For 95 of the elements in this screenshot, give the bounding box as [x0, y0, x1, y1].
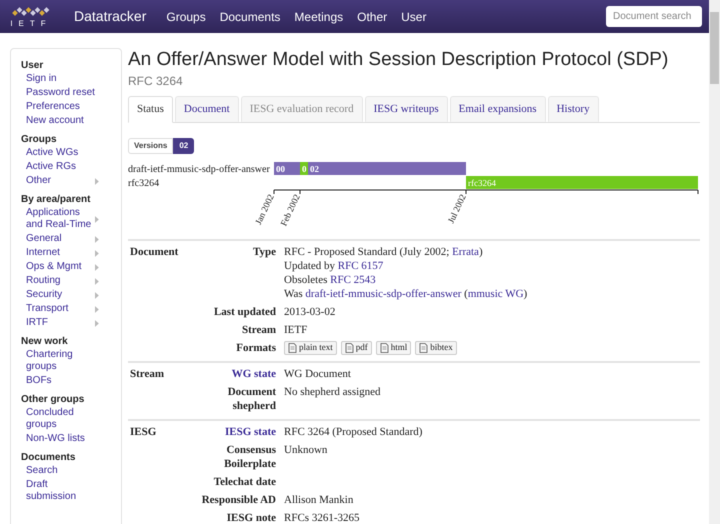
- sidebar-heading: Documents: [21, 451, 76, 464]
- field-value: RFCs 3261-3265: [284, 511, 360, 524]
- file-icon: [380, 343, 389, 353]
- sidebar-link[interactable]: Transport: [21, 302, 121, 316]
- sidebar-heading: Other groups: [21, 393, 86, 406]
- sidebar-link[interactable]: Chartering groups: [21, 348, 121, 374]
- nav-menu-item[interactable]: Meetings: [294, 8, 344, 26]
- axis-tick-label: Jul 2002: [446, 192, 468, 225]
- format-button[interactable]: bibtex: [415, 341, 457, 355]
- diamond-pattern-icon: [11, 6, 51, 18]
- sidebar-heading: New work: [21, 335, 69, 348]
- sidebar-link[interactable]: Preferences: [21, 100, 121, 114]
- sidebar-heading: Groups: [21, 133, 58, 146]
- field-label: Responsible AD: [200, 493, 276, 507]
- sidebar-link[interactable]: Concluded groups: [21, 406, 121, 432]
- field-label: Document shepherd: [226, 385, 276, 413]
- field-value: Obsoletes RFC 2543: [284, 273, 377, 287]
- logo-text: IETF: [10, 20, 52, 28]
- field-value: Updated by RFC 6157: [284, 259, 384, 273]
- timeline-row-label: draft-ietf-mmusic-sdp-offer-answer: [128, 164, 270, 175]
- field-label: Formats: [235, 341, 276, 355]
- sidebar-link[interactable]: General: [21, 232, 121, 246]
- version-bar[interactable]: 02: [308, 162, 466, 175]
- nav-menu-item[interactable]: Groups: [166, 8, 206, 26]
- sidebar-link[interactable]: Search: [21, 464, 121, 478]
- field-value: WG Document: [284, 367, 352, 381]
- sidebar-link[interactable]: Active RGs: [21, 160, 121, 174]
- caret-right-icon: [95, 216, 99, 222]
- tab[interactable]: History: [548, 96, 599, 122]
- field-value: Unknown: [284, 443, 328, 457]
- sidebar-link[interactable]: IRTF: [21, 316, 121, 330]
- field-value: RFC - Proposed Standard (July 2002; Errata): [284, 245, 484, 259]
- tab[interactable]: Status: [128, 96, 173, 123]
- axis-tick-label: Jan 2002: [253, 192, 276, 226]
- value-link[interactable]: RFC 6157: [338, 260, 384, 272]
- format-button[interactable]: pdf: [340, 341, 372, 355]
- field-label: Last updated: [212, 305, 276, 319]
- section-label: Stream: [129, 367, 166, 381]
- value-link[interactable]: Errata: [452, 246, 479, 258]
- nav-menu-item[interactable]: User: [401, 8, 426, 26]
- sidebar-link[interactable]: Applications and Real-Time: [21, 206, 121, 232]
- field-label: Stream: [240, 323, 276, 337]
- format-button[interactable]: plain text: [284, 341, 337, 355]
- axis-tick-label: Feb 2002: [278, 192, 302, 228]
- field-value: 2013-03-02: [284, 305, 336, 319]
- caret-right-icon: [95, 178, 99, 184]
- field-value: RFC 3264 (Proposed Standard): [284, 425, 424, 439]
- file-icon: [419, 343, 428, 353]
- section-label: Document: [129, 245, 180, 259]
- sidebar-heading: By area/parent: [21, 193, 92, 206]
- field-label: IESG note: [226, 511, 276, 524]
- field-label: Consensus Boilerplate: [223, 443, 276, 471]
- scrollbar[interactable]: [709, 0, 720, 524]
- format-button[interactable]: html: [376, 341, 412, 355]
- sidebar-link[interactable]: Ops & Mgmt: [21, 260, 121, 274]
- versions-label: Versions: [128, 138, 174, 154]
- file-icon: [344, 343, 354, 353]
- section-label: IESG: [129, 425, 158, 439]
- search-field[interactable]: Document search: [606, 6, 702, 27]
- sidebar-link[interactable]: Internet: [21, 246, 121, 260]
- sidebar-link[interactable]: New account: [21, 114, 121, 128]
- field-label[interactable]: IESG state: [183, 425, 276, 439]
- value-link[interactable]: mmusic WG: [468, 288, 524, 300]
- value-link[interactable]: RFC 2543: [330, 274, 376, 286]
- field-value: Was draft-ietf-mmusic-sdp-offer-answer (mmusic WG): [284, 287, 528, 301]
- field-value: No shepherd assigned: [284, 385, 382, 399]
- version-bar[interactable]: 00: [274, 162, 300, 175]
- page-subtitle: RFC 3264: [128, 73, 184, 89]
- nav-menu-item[interactable]: Other: [357, 8, 388, 26]
- value-link[interactable]: draft-ietf-mmusic-sdp-offer-answer: [305, 288, 462, 300]
- sidebar-link[interactable]: Sign in: [21, 72, 121, 86]
- tab[interactable]: Email expansions: [450, 96, 546, 122]
- tab[interactable]: Document: [174, 96, 239, 122]
- sidebar-link[interactable]: Password reset: [21, 86, 121, 100]
- brand-link[interactable]: Datatracker: [74, 6, 146, 27]
- sidebar-link[interactable]: Routing: [21, 274, 121, 288]
- field-value: Allison Mankin: [284, 493, 354, 507]
- field-label: Telechat date: [212, 475, 276, 489]
- sidebar-link[interactable]: Security: [21, 288, 121, 302]
- sidebar-link[interactable]: BOFs: [21, 374, 121, 388]
- field-label: Type: [252, 245, 276, 260]
- sidebar-link[interactable]: Active WGs: [21, 146, 121, 160]
- tab[interactable]: IESG writeups: [364, 96, 448, 122]
- field-value: IETF: [284, 323, 308, 337]
- sidebar-heading: User: [21, 59, 44, 72]
- nav-menu-item[interactable]: Documents: [220, 8, 280, 26]
- sidebar-link[interactable]: Non-WG lists: [21, 432, 121, 446]
- version-button[interactable]: 02: [173, 138, 194, 154]
- page-title: An Offer/Answer Model with Session Description Protocol (SDP): [128, 48, 670, 72]
- ietf-logo[interactable]: IETF: [10, 6, 52, 28]
- file-icon: [288, 343, 297, 353]
- timeline-row-label: rfc3264: [128, 178, 160, 189]
- field-label[interactable]: WG state: [183, 367, 276, 381]
- sidebar-link[interactable]: Draft submission: [21, 478, 121, 504]
- sidebar-link[interactable]: Other: [21, 174, 121, 188]
